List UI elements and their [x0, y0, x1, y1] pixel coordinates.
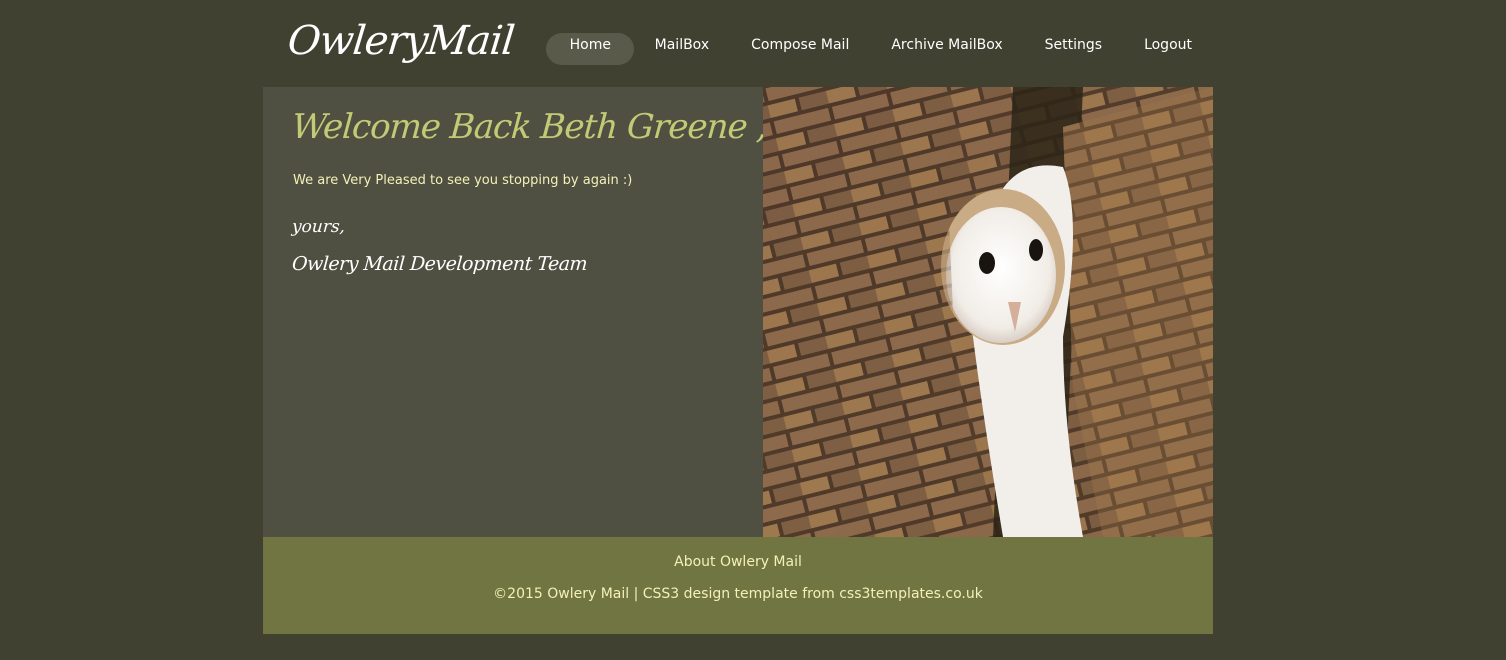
- welcome-message: We are Very Pleased to see you stopping …: [293, 173, 633, 188]
- nav-mailbox[interactable]: MailBox: [634, 33, 730, 65]
- signoff: yours,: [291, 217, 346, 237]
- header: OwleryMail Home MailBox Compose Mail Arc…: [263, 0, 1213, 87]
- about-link[interactable]: About Owlery Mail: [263, 554, 1213, 570]
- nav-archive-mailbox[interactable]: Archive MailBox: [870, 33, 1023, 65]
- nav-home[interactable]: Home: [545, 33, 634, 65]
- owl-photo: [763, 87, 1213, 537]
- team-signature: Owlery Mail Development Team: [291, 253, 588, 275]
- nav-settings[interactable]: Settings: [1024, 33, 1123, 65]
- footer: About Owlery Mail ©2015 Owlery Mail | CS…: [263, 537, 1213, 634]
- copyright: ©2015 Owlery Mail | CSS3 design template…: [493, 586, 983, 602]
- welcome-heading: Welcome Back Beth Greene ,: [290, 107, 768, 147]
- nav-logout[interactable]: Logout: [1123, 33, 1213, 65]
- main-content: Welcome Back Beth Greene , We are Very P…: [263, 87, 1213, 537]
- site-logo[interactable]: OwleryMail: [285, 14, 516, 68]
- main-nav: Home MailBox Compose Mail Archive MailBo…: [545, 33, 1213, 65]
- page-wrapper: OwleryMail Home MailBox Compose Mail Arc…: [263, 0, 1213, 660]
- nav-compose-mail[interactable]: Compose Mail: [730, 33, 870, 65]
